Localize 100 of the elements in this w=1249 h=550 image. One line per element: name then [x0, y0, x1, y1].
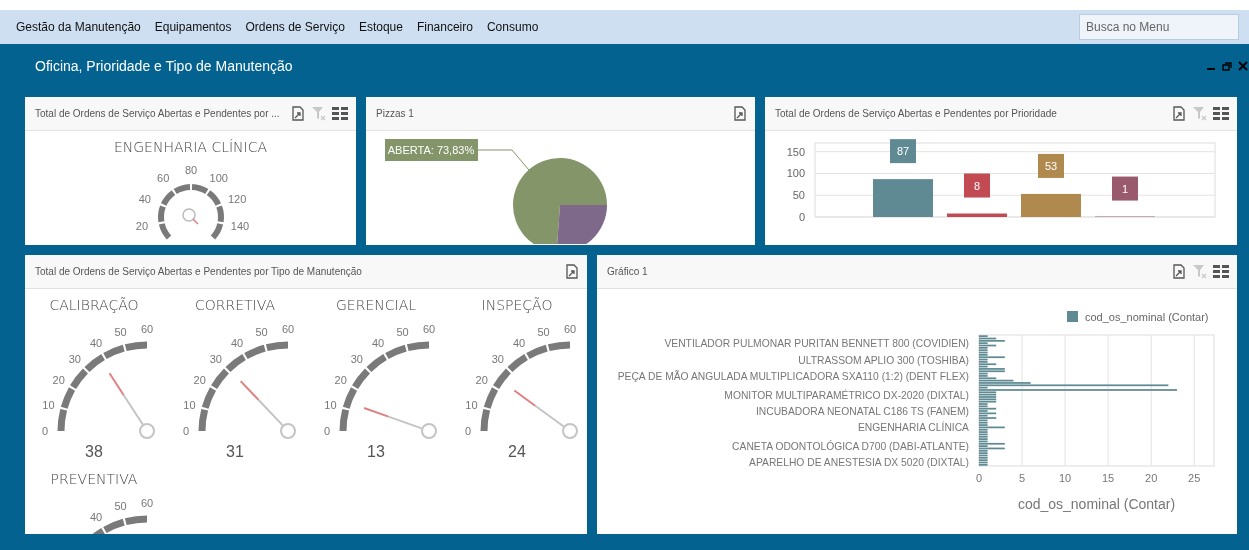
gauge-tick-label: 60: [156, 171, 169, 184]
axis-label: 0: [975, 472, 983, 484]
data-label: 8: [973, 179, 981, 192]
gauge-tick-label: 40: [89, 510, 103, 523]
data-label: 53: [1044, 159, 1058, 172]
menu-item[interactable]: Equipamentos: [154, 20, 232, 34]
gauge-tick-label: 120: [227, 193, 246, 205]
gauge-tick-label: 40: [138, 193, 151, 205]
gauge-tick-label: 20: [334, 374, 347, 386]
axis-label: 20: [1145, 472, 1158, 484]
gauge-tick-label: 30: [491, 352, 504, 365]
gauge-tick-label: 40: [371, 336, 385, 349]
category-label: ENGENHARIA CLÍNICA: [858, 422, 969, 434]
value-label: 8: [964, 173, 990, 198]
value-label: 1: [1112, 176, 1138, 201]
gauge-tick-label: 40: [230, 336, 244, 349]
gauge-tick-label: 10: [183, 398, 196, 411]
gauge-tick-label: 20: [475, 374, 488, 386]
gauge-tick-label: 40: [512, 336, 526, 349]
export-icon[interactable]: [565, 264, 579, 279]
layout-icon[interactable]: [1213, 107, 1229, 120]
gauge-tick-label: 20: [52, 374, 65, 386]
category-label: CANETA ODONTOLÓGICA D700 (DABI-ATLANTE): [732, 441, 969, 453]
gauge-value: 13: [366, 443, 386, 461]
menu-item[interactable]: Financeiro: [416, 20, 473, 34]
menu-item[interactable]: Gestão da Manutenção: [16, 20, 141, 34]
search-icon: [181, 208, 199, 225]
gauge-needle: [513, 389, 578, 439]
gauge-tick-label: 30: [68, 352, 81, 365]
gauge-tick-label: 0: [182, 425, 190, 437]
layout-icon[interactable]: [1213, 265, 1229, 278]
layout-icon[interactable]: [332, 107, 348, 120]
gauge-tick-label: 60: [140, 323, 154, 335]
search-field[interactable]: Busca no Menu: [1079, 14, 1239, 40]
gauge-tick-label: 0: [464, 425, 472, 437]
gauge-tick-label: 60: [563, 323, 577, 335]
gauge-tick-label: 10: [324, 398, 337, 411]
axis-label: 100: [786, 167, 805, 180]
gauge-tick-label: 100: [209, 171, 228, 184]
panel-title: Total de Ordens de Serviço Abertas e Pendentes por Tipo de Manutenção: [35, 266, 362, 277]
menu-item[interactable]: Estoque: [358, 20, 403, 34]
category-label: PEÇA DE MÃO ANGULADA MULTIPLICADORA SXA110 (1:2) (DENT FLEX): [617, 370, 969, 382]
gauge-title: ENGENHARIA CLÍNICA: [113, 139, 268, 155]
value-label: 87: [890, 139, 916, 164]
value-label: 53: [1038, 153, 1064, 178]
export-icon[interactable]: [1172, 106, 1186, 121]
axis-label: 150: [786, 145, 805, 158]
gauge-title: GERENCIAL: [335, 297, 417, 313]
axis-label: 50: [792, 189, 805, 202]
gauge-tick-label: 50: [114, 326, 127, 339]
gauge-title: CALIBRAÇÃO: [48, 297, 140, 313]
window-title: Oficina, Prioridade e Tipo de Manutenção: [35, 57, 293, 74]
legend-label: cod_os_nominal (Contar): [1085, 311, 1209, 323]
restore-icon[interactable]: [1221, 59, 1233, 72]
gauge-tick-label: 50: [255, 326, 268, 339]
gauge-title: PREVENTIVA: [49, 471, 139, 487]
close-icon[interactable]: [1237, 59, 1249, 72]
gauge-value: 38: [84, 443, 104, 461]
gauge-tick-label: 60: [281, 323, 295, 335]
axis-label: 15: [1102, 472, 1115, 484]
axis-label: 25: [1188, 472, 1201, 484]
gauge-title: INSPEÇÃO: [480, 297, 554, 313]
axis-label: 5: [1019, 472, 1026, 484]
menu-item[interactable]: Ordens de Serviço: [245, 20, 345, 34]
gauge-needle: [108, 372, 155, 439]
slice-label: ABERTA: 73,83%: [385, 139, 478, 161]
category-label: MONITOR MULTIPARAMÉTRICO DX-2020 (DIXTAL): [724, 389, 969, 401]
gauge-tick-label: 50: [114, 500, 127, 513]
category-label: VENTILADOR PULMONAR PURITAN BENNETT 800 (COVIDIEN): [664, 338, 969, 350]
panel-title: Gráfico 1: [607, 266, 648, 277]
gauge-needle: [239, 380, 296, 439]
gauge-tick-label: 50: [537, 326, 550, 339]
axis-title: cod_os_nominal (Contar): [1017, 496, 1176, 512]
export-icon[interactable]: [733, 106, 747, 121]
gauge-tick-label: 0: [323, 425, 331, 437]
gauge-scale: [157, 184, 224, 241]
category-label: APARELHO DE ANESTESIA DX 5020 (DIXTAL): [749, 457, 969, 469]
gauge-tick-label: 30: [350, 352, 363, 365]
gauge-tick-label: 60: [140, 497, 154, 509]
gauge-tick-label: 20: [193, 374, 206, 386]
panel-title: Total de Ordens de Serviço Abertas e Pendentes por ...: [35, 108, 280, 119]
data-label: 1: [1121, 182, 1129, 195]
gauge-value: 24: [507, 443, 527, 461]
panel-title: Total de Ordens de Serviço Abertas e Pendentes por Prioridade: [775, 108, 1057, 119]
gauge-tick-label: 140: [230, 220, 249, 233]
gauge-tick-label: 30: [209, 352, 222, 365]
gauge-tick-label: 50: [396, 326, 409, 339]
axis-label: 10: [1058, 472, 1072, 484]
gauge-tick-label: 0: [41, 425, 49, 437]
axis-label: 0: [798, 211, 805, 223]
data-label: 87: [896, 145, 910, 158]
panel-title: Pizzas 1: [376, 108, 414, 119]
gauge-tick-label: 10: [42, 398, 55, 411]
category-label: INCUBADORA NEONATAL C186 TS (FANEM): [755, 406, 969, 418]
category-label: ULTRASSOM APLIO 300 (TOSHIBA): [798, 354, 969, 366]
menu-item[interactable]: Consumo: [486, 20, 539, 34]
gauge-tick-label: 40: [89, 336, 103, 349]
export-icon[interactable]: [291, 106, 305, 121]
export-icon[interactable]: [1172, 264, 1186, 279]
gauge-title: CORRETIVA: [193, 297, 276, 313]
